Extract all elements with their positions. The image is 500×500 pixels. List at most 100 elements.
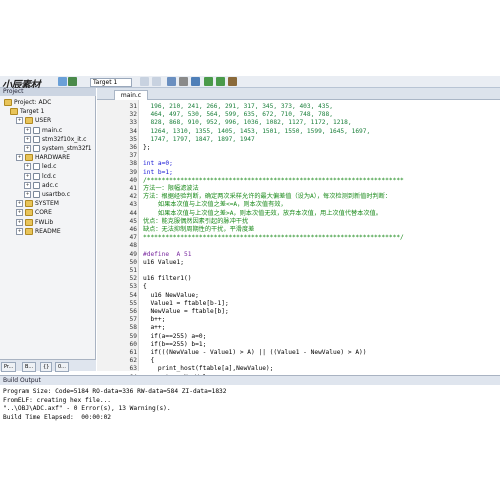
tab-functions[interactable]: {} xyxy=(40,362,53,372)
line-number: 59 xyxy=(129,332,137,340)
tree-item-label: FWLib xyxy=(35,218,54,226)
code-line[interactable]: print_host(ftable[a],NewValue); xyxy=(143,365,274,373)
code-line[interactable]: #define A 51 xyxy=(143,251,191,259)
code-line[interactable]: Value1 = ftable[b-1]; xyxy=(143,300,228,308)
tree-folder-item[interactable]: + USER xyxy=(16,117,51,125)
code-line[interactable]: 如果本次值与上次值之差<=A，则本次值有效， xyxy=(143,201,287,209)
code-line[interactable]: 方法一：限幅滤波法 xyxy=(143,185,199,193)
tree-file-item[interactable]: + usartbo.c xyxy=(24,191,70,198)
code-line[interactable]: int b=1; xyxy=(143,169,173,177)
folder-icon xyxy=(25,218,33,226)
tree-folder-item[interactable]: + FWLib xyxy=(16,218,54,226)
code-line[interactable]: if(b==255) b=1; xyxy=(143,341,206,349)
expand-toggle-icon[interactable]: + xyxy=(24,135,31,143)
expand-toggle-icon[interactable]: + xyxy=(16,209,23,217)
check-icon[interactable] xyxy=(216,77,225,86)
options-icon[interactable] xyxy=(140,77,149,86)
tree-file-item[interactable]: + main.c xyxy=(24,126,63,134)
format-icon[interactable] xyxy=(191,77,200,86)
build-output-pane: Build Output Program Size: Code=5184 RO-… xyxy=(0,375,500,475)
line-number: 44 xyxy=(129,209,137,217)
code-line[interactable]: /***************************************… xyxy=(143,177,404,185)
code-line[interactable]: if(((NewValue - Value1) > A) || ((Value1… xyxy=(143,349,366,357)
tab-main-c[interactable]: main.c xyxy=(114,90,148,100)
expand-toggle-icon[interactable]: + xyxy=(24,145,31,152)
tab-templates[interactable]: 0... xyxy=(55,362,69,372)
tree-item-label: main.c xyxy=(42,126,63,134)
line-number: 39 xyxy=(129,168,137,176)
code-line[interactable]: u16 Value1; xyxy=(143,259,184,267)
expand-toggle-icon[interactable]: + xyxy=(24,126,31,134)
code-line[interactable]: { xyxy=(143,357,154,365)
project-pane: Project Project: ADC Target 1 + USER + main.c… xyxy=(0,88,96,372)
code-line[interactable]: 缺点：无法抑制周期性的干扰，平滑度差 xyxy=(143,226,254,234)
target-select[interactable]: Target 1 xyxy=(90,78,132,87)
tab-books[interactable]: B... xyxy=(22,362,37,372)
tree-item-label: README xyxy=(35,227,61,235)
tree-folder-item[interactable]: + CORE xyxy=(16,209,52,217)
code-line[interactable]: int a=0; xyxy=(143,160,173,168)
build-output-title: Build Output xyxy=(0,376,500,385)
tree-item-label: adc.c xyxy=(42,181,58,189)
tools-icon[interactable] xyxy=(228,77,237,86)
expand-toggle-icon[interactable]: + xyxy=(16,117,23,125)
line-number: 46 xyxy=(129,226,137,233)
code-line[interactable]: }; xyxy=(143,144,150,152)
file-icon xyxy=(33,172,40,180)
line-number: 52 xyxy=(129,275,137,283)
code-line[interactable]: NewValue = ftable[b]; xyxy=(143,308,228,316)
tree-file-item[interactable]: + led.c xyxy=(24,163,57,171)
line-number-gutter: 31 32 33 34 35 36 37 38 39 40 41 42 43 44 45 46 47 48 49 50… xyxy=(97,100,139,381)
code-line[interactable]: 1747, 1797, 1847, 1897, 1947 xyxy=(143,136,254,144)
tree-file-item[interactable]: + adc.c xyxy=(24,181,58,189)
code-line[interactable]: if(a==255) a=0; xyxy=(143,333,206,341)
project-pane-title: Project xyxy=(0,88,96,96)
indent-icon[interactable] xyxy=(179,77,188,86)
code-line[interactable]: b++; xyxy=(143,316,165,324)
expand-toggle-icon[interactable]: + xyxy=(16,154,23,162)
tree-folder-item[interactable]: + HARDWARE xyxy=(16,154,70,162)
line-number: 37 xyxy=(129,152,137,160)
expand-toggle-icon[interactable]: + xyxy=(24,181,31,189)
tree-file-item[interactable]: + lcd.c xyxy=(24,172,56,180)
code-line[interactable]: 196, 210, 241, 266, 291, 317, 345, 373, … xyxy=(143,103,333,111)
expand-toggle-icon[interactable]: + xyxy=(16,227,23,235)
filter-icon[interactable] xyxy=(204,77,213,86)
tree-file-item[interactable]: + stm32f10x_it.c xyxy=(24,135,86,143)
expand-toggle-icon[interactable]: + xyxy=(24,191,31,198)
code-line[interactable]: 优点：能克服偶然因素引起的脉冲干扰 xyxy=(143,218,248,226)
code-line[interactable]: 828, 868, 910, 952, 996, 1036, 1082, 112… xyxy=(143,119,351,127)
code-line[interactable]: 1264, 1310, 1355, 1405, 1453, 1501, 1550… xyxy=(143,128,370,136)
code-line[interactable]: 方法：根据经验判断，确定两次采样允许的最大偏差值（设为A），每次检测到新值时判断… xyxy=(143,193,391,201)
tree-item-label: system_stm32f1 xyxy=(42,145,92,152)
tree-folder-item[interactable]: Project: ADC xyxy=(4,99,51,106)
tree-file-item[interactable]: + system_stm32f1 xyxy=(24,145,92,152)
line-number: 51 xyxy=(129,267,137,274)
tree-folder-item[interactable]: + README xyxy=(16,227,61,235)
line-number: 36 xyxy=(129,144,137,151)
expand-toggle-icon[interactable]: + xyxy=(16,218,23,226)
build-log-line: "..\OBJ\ADC.axf" - 0 Error(s), 13 Warnin… xyxy=(3,405,171,413)
code-line[interactable]: 如果本次值与上次值之差>A，则本次值无效，放弃本次值，用上次值代替本次值。 xyxy=(143,210,382,218)
build-log-line: Build Time Elapsed: 00:00:02 xyxy=(3,413,112,421)
code-line[interactable]: u16 filter1() xyxy=(143,275,191,283)
expand-toggle-icon[interactable]: + xyxy=(24,163,31,171)
tree-folder-item[interactable]: Target 1 xyxy=(10,108,44,116)
download-icon[interactable] xyxy=(68,77,77,86)
code-line[interactable]: ****************************************… xyxy=(143,234,404,242)
code-editor[interactable]: main.c 31 32 33 34 35 36 37 38 39 40 41 42 43 44 45 46 4… xyxy=(97,88,500,381)
settings-icon[interactable] xyxy=(152,77,161,86)
line-number: 49 xyxy=(129,250,137,258)
folder-icon xyxy=(4,99,12,106)
tree-item-label: led.c xyxy=(42,163,57,171)
expand-toggle-icon[interactable]: + xyxy=(24,172,31,180)
code-line[interactable]: a++; xyxy=(143,324,165,332)
code-line[interactable]: 464, 497, 530, 564, 599, 635, 672, 710, … xyxy=(143,111,333,119)
find-icon[interactable] xyxy=(167,77,176,86)
code-line[interactable]: u16 NewValue; xyxy=(143,292,198,300)
tab-project[interactable]: Pr... xyxy=(1,362,17,372)
load-icon[interactable] xyxy=(58,77,67,86)
code-line[interactable]: { xyxy=(143,283,147,291)
expand-toggle-icon[interactable]: + xyxy=(16,200,23,208)
tree-folder-item[interactable]: + SYSTEM xyxy=(16,200,59,208)
